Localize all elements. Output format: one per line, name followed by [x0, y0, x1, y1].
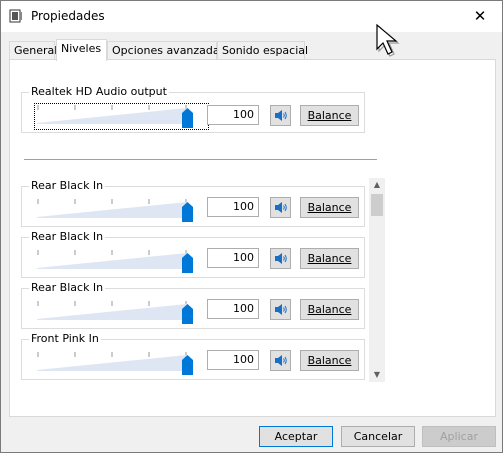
input-group-4: Front Pink In 100 Balance	[21, 332, 365, 380]
input-volume-slider[interactable]	[37, 197, 197, 225]
speaker-icon	[275, 304, 287, 315]
input-mute-button[interactable]	[270, 248, 291, 269]
input-volume-value[interactable]: 100	[207, 248, 259, 268]
speaker-icon	[275, 253, 287, 264]
slider-thumb[interactable]	[181, 202, 193, 222]
balance-label: Balance	[307, 354, 352, 367]
input-group-3: Rear Black In 100 Balance	[21, 281, 365, 329]
output-volume-value[interactable]: 100	[207, 105, 259, 125]
slider-track	[37, 355, 187, 371]
tab-general[interactable]: General	[9, 41, 58, 60]
tab-label: Niveles	[61, 42, 102, 55]
output-volume-slider[interactable]	[37, 103, 197, 131]
tab-label: General	[14, 44, 58, 57]
slider-thumb[interactable]	[181, 304, 193, 324]
tab-levels[interactable]: Niveles	[56, 39, 107, 61]
levels-panel: Realtek HD Audio output 100 Balance Rear…	[9, 59, 496, 417]
slider-thumb[interactable]	[181, 253, 193, 273]
tab-label: Sonido espacial	[222, 44, 309, 57]
apply-button: Aplicar	[422, 426, 496, 447]
speaker-icon	[275, 355, 287, 366]
vertical-scrollbar[interactable]: ▲ ▼	[369, 178, 385, 382]
tab-label: Opciones avanzadas	[112, 44, 226, 57]
accept-button[interactable]: Aceptar	[259, 426, 333, 447]
input-group-2: Rear Black In 100 Balance	[21, 230, 365, 278]
balance-label: Balance	[307, 303, 352, 316]
input-mute-button[interactable]	[270, 197, 291, 218]
slider-track	[37, 304, 187, 320]
speaker-icon	[275, 110, 287, 121]
input-volume-slider[interactable]	[37, 299, 197, 327]
slider-thumb[interactable]	[181, 108, 193, 128]
apply-label: Aplicar	[440, 430, 478, 443]
cancel-label: Cancelar	[353, 430, 403, 443]
speaker-app-icon	[9, 9, 22, 23]
close-button[interactable]: ✕	[470, 7, 490, 25]
input-mute-button[interactable]	[270, 299, 291, 320]
separator-line	[24, 159, 377, 160]
output-device-group: Realtek HD Audio output 100 Balance	[21, 85, 365, 133]
slider-track	[37, 253, 187, 269]
close-icon: ✕	[473, 7, 487, 25]
output-device-name: Realtek HD Audio output	[29, 85, 169, 98]
output-mute-button[interactable]	[270, 105, 291, 126]
scroll-thumb[interactable]	[371, 194, 383, 216]
input-volume-slider[interactable]	[37, 248, 197, 276]
accept-label: Aceptar	[274, 430, 318, 443]
title-bar[interactable]: Propiedades ✕	[1, 1, 502, 32]
output-balance-button[interactable]: Balance	[300, 105, 359, 126]
slider-track	[37, 108, 187, 124]
balance-label: Balance	[307, 201, 352, 214]
scroll-down-arrow-icon[interactable]: ▼	[369, 368, 385, 382]
slider-thumb[interactable]	[181, 355, 193, 375]
input-balance-button[interactable]: Balance	[300, 350, 359, 371]
input-mute-button[interactable]	[270, 350, 291, 371]
input-balance-button[interactable]: Balance	[300, 197, 359, 218]
balance-label: Balance	[307, 252, 352, 265]
cancel-button[interactable]: Cancelar	[341, 426, 415, 447]
input-group-1: Rear Black In 100 Balance	[21, 179, 365, 227]
input-volume-slider[interactable]	[37, 350, 197, 378]
properties-window: Propiedades ✕ General Niveles Opciones a…	[0, 0, 503, 453]
input-name: Rear Black In	[29, 281, 106, 294]
tab-spatial-sound[interactable]: Sonido espacial	[217, 41, 309, 60]
input-name: Rear Black In	[29, 179, 106, 192]
scroll-up-arrow-icon[interactable]: ▲	[369, 178, 385, 192]
input-balance-button[interactable]: Balance	[300, 299, 359, 320]
window-title: Propiedades	[31, 9, 105, 23]
input-balance-button[interactable]: Balance	[300, 248, 359, 269]
balance-label: Balance	[307, 109, 352, 122]
input-name: Rear Black In	[29, 230, 106, 243]
input-volume-value[interactable]: 100	[207, 197, 259, 217]
slider-track	[37, 202, 187, 218]
tab-advanced-options[interactable]: Opciones avanzadas	[107, 41, 225, 60]
speaker-icon	[275, 202, 287, 213]
mouse-pointer-icon	[376, 23, 400, 57]
input-name: Front Pink In	[29, 332, 101, 345]
input-volume-value[interactable]: 100	[207, 299, 259, 319]
input-volume-value[interactable]: 100	[207, 350, 259, 370]
